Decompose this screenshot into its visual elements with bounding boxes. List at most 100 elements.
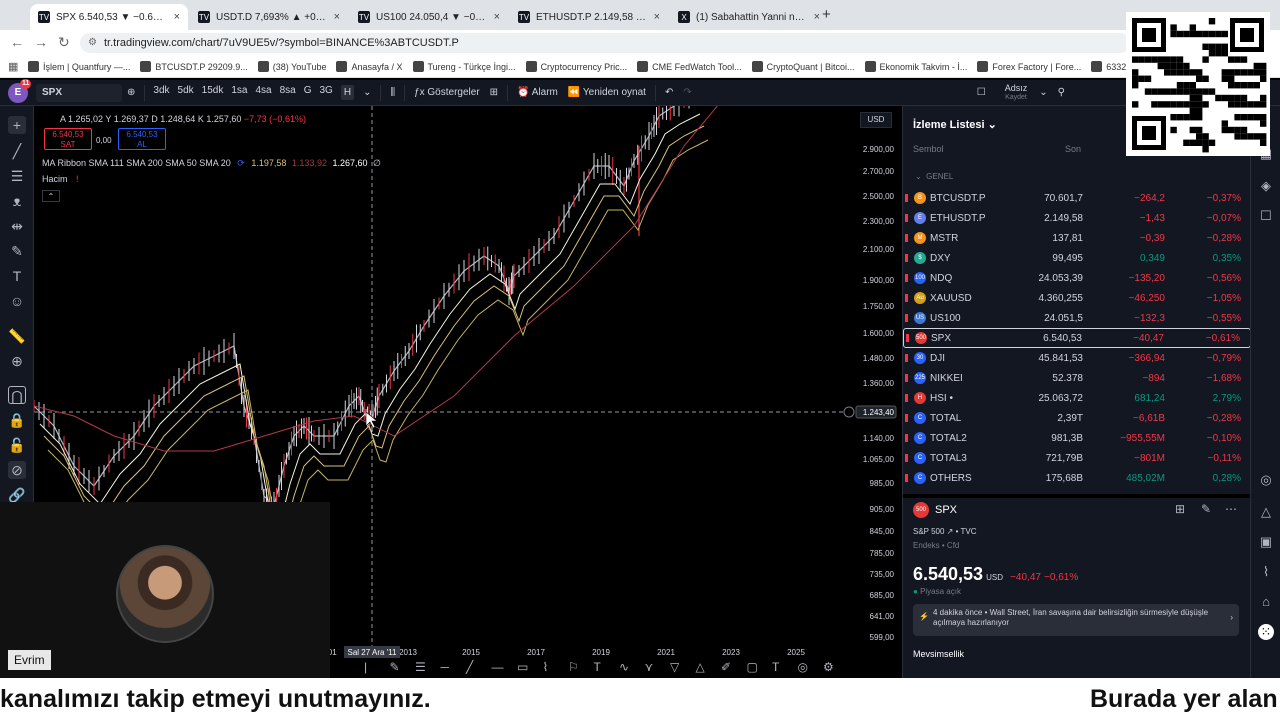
section-header[interactable]: ⌄ GENEL [915, 172, 953, 181]
grid-view-icon[interactable]: ⊞ [1175, 502, 1185, 516]
watchlist-row[interactable]: 100 NDQ 24.053,39 −135,20 −0,56% [903, 268, 1251, 288]
close-tab-icon[interactable]: × [654, 11, 660, 23]
edit-note-icon[interactable]: ✎ [1201, 502, 1211, 516]
symbol-search-input[interactable]: SPX [36, 83, 122, 102]
text-box-icon[interactable]: T [772, 660, 779, 674]
flag-icon[interactable] [905, 454, 908, 462]
hide-drawings-icon[interactable]: ⊘ [8, 461, 26, 479]
interval-option[interactable]: H [340, 85, 355, 100]
details-symbol[interactable]: SPX [935, 504, 957, 516]
interval-option[interactable]: G [304, 85, 312, 100]
layout-name-button[interactable]: Adsız Kaydet [1005, 83, 1028, 102]
buy-button[interactable]: 6.540,53 AL [118, 128, 166, 150]
calendar-alt-icon[interactable]: ▣ [1258, 534, 1274, 550]
flag-icon[interactable] [906, 334, 909, 342]
bookmark-item[interactable]: Tureng - Türkçe İngi... [412, 61, 516, 72]
watchlist-row[interactable]: E ETHUSDT.P 2.149,58 −1,43 −0,07% [903, 208, 1251, 228]
reload-icon[interactable]: ↻ [58, 34, 70, 51]
flag-icon[interactable] [905, 194, 908, 202]
text-icon[interactable]: T [8, 267, 26, 285]
interval-option[interactable]: 4sa [255, 85, 271, 100]
bookmark-item[interactable]: Ekonomik Takvim - İ... [864, 61, 967, 72]
search-icon[interactable]: ⚲ [1058, 87, 1065, 98]
callout-icon[interactable]: ▢ [747, 660, 758, 674]
pattern-icon[interactable]: ᴥ [8, 192, 26, 210]
close-tab-icon[interactable]: × [494, 11, 500, 23]
settings-icon[interactable]: ⚙ [823, 660, 834, 674]
lock-icon[interactable]: 🔒 [8, 411, 26, 429]
bookmark-item[interactable]: BTCUSDT.P 29209.9... [140, 61, 248, 72]
arrow-down-icon[interactable]: ▽ [670, 660, 679, 674]
watchlist-row[interactable]: $ DXY 99,495 0,349 0,35% [903, 248, 1251, 268]
target-icon[interactable]: ◎ [1258, 472, 1274, 488]
chart-type-icon[interactable]: ⫼ [390, 87, 395, 98]
volume-legend[interactable]: Hacim ! [42, 174, 79, 184]
alarm-button[interactable]: ⏰ Alarm [517, 87, 558, 98]
news-item[interactable]: ⚡ 4 dakika önce • Wall Street, İran sava… [913, 604, 1239, 636]
watchlist-row[interactable]: US US100 24.051,5 −132,3 −0,55% [903, 308, 1251, 328]
ma-settings-icon[interactable]: ⟳ [237, 158, 245, 168]
user-avatar[interactable]: E 11 [8, 78, 32, 103]
watchlist-title[interactable]: İzleme Listesi ⌄ [913, 118, 997, 131]
url-field[interactable]: ⚙ tr.tradingview.com/chart/7uV9UE5v/?sym… [80, 33, 1130, 53]
interval-option[interactable]: 15dk [202, 85, 224, 100]
interval-dropdown-icon[interactable]: ⌄ [363, 87, 371, 98]
redo-icon[interactable]: ↷ [683, 87, 691, 98]
collapse-legend-icon[interactable]: ⌃ [42, 190, 60, 202]
site-info-icon[interactable]: ⚙ [88, 33, 97, 53]
indicators-button[interactable]: ƒx Göstergeler [414, 87, 480, 98]
watchlist-row[interactable]: C TOTAL2 981,3B −955,55M −0,10% [903, 428, 1251, 448]
bookmark-item[interactable]: Forex Factory | Fore... [977, 61, 1081, 72]
close-tab-icon[interactable]: × [334, 11, 340, 23]
zoom-icon[interactable]: ⊕ [8, 352, 26, 370]
watchlist-row[interactable]: M MSTR 137,81 −0,39 −0,28% [903, 228, 1251, 248]
rect-icon[interactable]: ▭ [517, 660, 528, 674]
browser-tab[interactable]: TV SPX 6.540,53 ▼ −0.61% Adsız × [30, 4, 188, 30]
trendline-icon[interactable]: ╱ [8, 142, 26, 160]
crosshair-icon[interactable]: | [364, 660, 367, 674]
flag-icon[interactable] [905, 294, 908, 302]
brush-icon[interactable]: ✎ [8, 242, 26, 260]
undo-icon[interactable]: ↶ [665, 87, 673, 98]
forward-icon[interactable]: → [34, 34, 48, 50]
pencil-icon[interactable]: ✎ [390, 660, 400, 674]
bell-icon[interactable]: ⌂ [1258, 594, 1274, 610]
lines-icon[interactable]: ☰ [415, 660, 426, 674]
volume-warning-icon[interactable]: ! [76, 174, 79, 184]
watchlist-row[interactable]: Au XAUUSD 4.360,255 −46,250 −1,05% [903, 288, 1251, 308]
lock-drawings-icon[interactable]: 🔓 [8, 436, 26, 454]
flag-icon[interactable] [905, 474, 908, 482]
interval-option[interactable]: 1sa [231, 85, 247, 100]
flag-icon[interactable] [905, 354, 908, 362]
replay-button[interactable]: ⏪ Yeniden oynat [568, 87, 646, 98]
trend-icon[interactable]: ╱ [466, 660, 473, 674]
watchlist-row[interactable]: B BTCUSDT.P 70.601,7 −264,2 −0,37% [903, 188, 1251, 208]
circle-icon[interactable]: ◎ [798, 660, 808, 674]
ma-ribbon-legend[interactable]: MA Ribbon SMA 111 SMA 200 SMA 50 SMA 20 … [42, 158, 381, 169]
path-icon[interactable]: ⌇ [543, 660, 549, 674]
compare-icon[interactable]: ⊕ [127, 87, 135, 98]
news-chevron-icon[interactable]: › [1230, 613, 1233, 623]
seasonality-title[interactable]: Mevsimsellik [913, 649, 964, 659]
rss-icon[interactable]: ⌇ [1258, 564, 1274, 580]
text-icon[interactable]: T [594, 660, 601, 674]
details-name[interactable]: S&P 500 [913, 527, 944, 536]
apps-icon[interactable]: ⁙ [1258, 624, 1274, 640]
browser-tab[interactable]: TV USDT.D 7,693% ▲ +0.28% Adsız × [190, 4, 348, 30]
bookmark-item[interactable]: Cryptocurrency Pric... [525, 61, 627, 72]
interval-option[interactable]: 5dk [178, 85, 194, 100]
more-icon[interactable]: ⋯ [1225, 502, 1237, 516]
browser-tab[interactable]: TV ETHUSDT.P 2.149,58 ▼ −0.07% × [510, 4, 668, 30]
ideas-icon[interactable]: △ [1258, 504, 1274, 520]
watchlist-row[interactable]: 30 DJI 45.841,53 −366,94 −0,79% [903, 348, 1251, 368]
arrow-up-icon[interactable]: △ [696, 660, 705, 674]
sell-button[interactable]: 6.540,53 SAT [44, 128, 92, 150]
curve-icon[interactable]: ∿ [619, 660, 629, 674]
bookmark-item[interactable]: Anasayfa / X [336, 61, 403, 72]
flag-icon[interactable] [905, 314, 908, 322]
layers-icon[interactable]: ◈ [1258, 178, 1274, 194]
projection-icon[interactable]: ⇹ [8, 217, 26, 235]
column-last[interactable]: Son [1065, 144, 1081, 154]
back-icon[interactable]: ← [10, 34, 24, 50]
bookmark-item[interactable]: CME FedWatch Tool... [637, 61, 742, 72]
